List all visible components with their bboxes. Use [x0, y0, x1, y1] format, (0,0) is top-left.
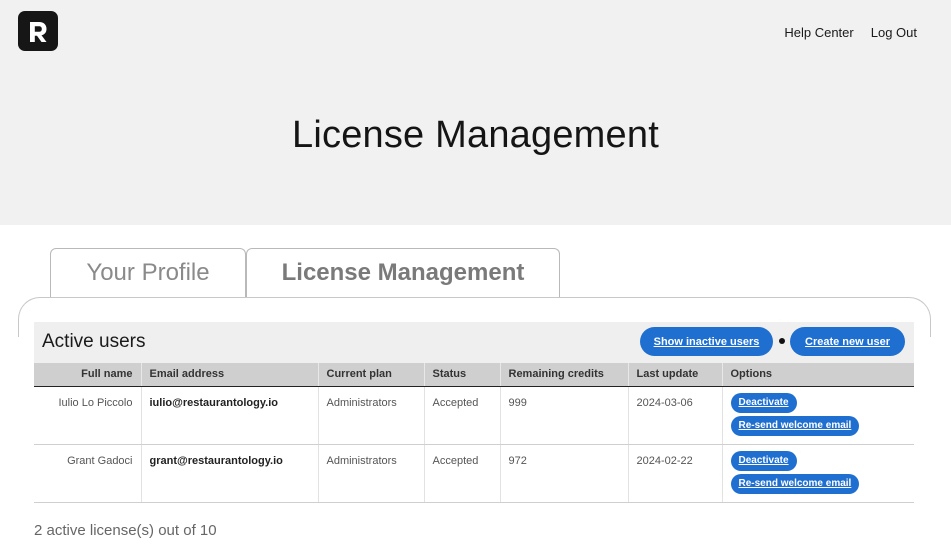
page-title: License Management: [292, 114, 659, 156]
cell-plan: Administrators: [318, 444, 425, 503]
column-header-full-name[interactable]: Full name: [34, 363, 142, 387]
tab-your-profile[interactable]: Your Profile: [50, 248, 246, 297]
show-inactive-users-button[interactable]: Show inactive users: [640, 327, 773, 356]
column-header-last-update[interactable]: Last update: [628, 363, 723, 387]
cell-full-name: Iulio Lo Piccolo: [34, 386, 142, 445]
active-users-header: Active users Show inactive users Create …: [34, 322, 914, 363]
table-row: Grant Gadoci grant@restaurantology.io Ad…: [34, 444, 914, 503]
app-logo[interactable]: [18, 11, 58, 51]
logout-link[interactable]: Log Out: [871, 25, 917, 40]
license-count-text: 2 active license(s) out of 10: [34, 522, 217, 539]
active-users-section: Active users Show inactive users Create …: [34, 322, 914, 503]
table-row: Iulio Lo Piccolo iulio@restaurantology.i…: [34, 386, 914, 445]
table-header-row: Full name Email address Current plan Sta…: [34, 363, 914, 387]
separator-dot: [779, 338, 785, 344]
deactivate-button[interactable]: Deactivate: [730, 450, 797, 471]
cell-status: Accepted: [424, 386, 501, 445]
column-header-email[interactable]: Email address: [141, 363, 319, 387]
create-new-user-button[interactable]: Create new user: [790, 327, 905, 356]
top-nav: Help Center Log Out: [784, 25, 917, 40]
cell-options: Deactivate Re-send welcome email: [722, 444, 914, 503]
cell-credits: 972: [500, 444, 629, 503]
cell-last-update: 2024-03-06: [628, 386, 723, 445]
column-header-credits[interactable]: Remaining credits: [500, 363, 629, 387]
cell-full-name: Grant Gadoci: [34, 444, 142, 503]
section-title: Active users: [42, 331, 146, 352]
resend-welcome-email-button[interactable]: Re-send welcome email: [730, 473, 860, 494]
cell-credits: 999: [500, 386, 629, 445]
users-table: Full name Email address Current plan Sta…: [34, 363, 914, 503]
column-header-status[interactable]: Status: [424, 363, 501, 387]
column-header-options: Options: [722, 363, 914, 387]
cell-last-update: 2024-02-22: [628, 444, 723, 503]
cell-email: iulio@restaurantology.io: [141, 386, 319, 445]
column-header-plan[interactable]: Current plan: [318, 363, 425, 387]
cell-options: Deactivate Re-send welcome email: [722, 386, 914, 445]
cell-status: Accepted: [424, 444, 501, 503]
help-center-link[interactable]: Help Center: [784, 25, 853, 40]
cell-email: grant@restaurantology.io: [141, 444, 319, 503]
deactivate-button[interactable]: Deactivate: [730, 392, 797, 413]
resend-welcome-email-button[interactable]: Re-send welcome email: [730, 415, 860, 436]
hero-banner: Help Center Log Out License Management: [0, 0, 951, 225]
cell-plan: Administrators: [318, 386, 425, 445]
logo-r-icon: [30, 22, 47, 42]
tab-license-management[interactable]: License Management: [246, 248, 560, 297]
